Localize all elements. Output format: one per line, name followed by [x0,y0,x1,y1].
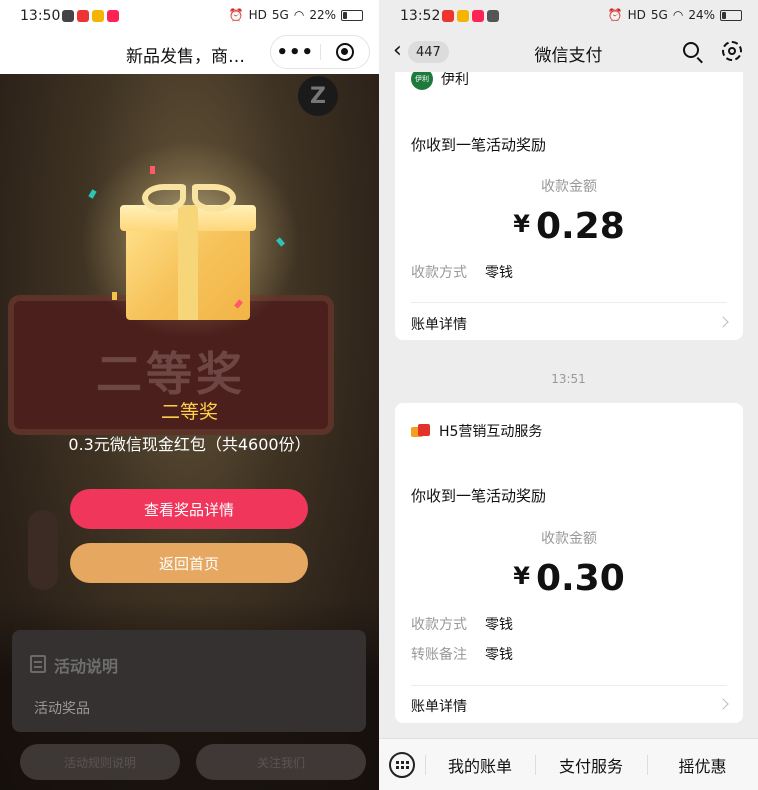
status-bar: 13:50 ⏰ HD 5G ◠ 22% [0,0,379,32]
system-status: ⏰ HD 5G ◠ 22% [229,8,363,22]
notification-icons [442,10,499,22]
target-icon [335,43,354,61]
battery-percent: 24% [688,8,715,22]
payment-card: 伊利 伊利 你收到一笔活动奖励 收款金额 ¥0.28 收款方式 零钱 账单详情 [395,56,743,340]
battery-icon [341,9,363,21]
status-time: 13:52 [400,8,441,24]
app-icon-yellow [457,10,469,22]
chevron-right-icon [717,316,729,328]
amount: ¥0.30 [513,558,625,599]
amount-label: 收款金额 [541,531,597,547]
status-bar: 13:52 ⏰ HD 5G ◠ 24% [379,0,758,32]
document-icon [30,655,46,673]
card-headline: 你收到一笔活动奖励 [411,487,547,505]
rules-link-button[interactable]: 活动规则说明 [20,744,180,780]
red-envelope-icon [411,424,431,438]
wifi-icon: ◠ [672,8,684,22]
merchant-name: 伊利 [441,72,469,88]
message-timestamp: 13:51 [551,372,586,386]
search-icon[interactable] [683,42,703,64]
bottom-menu-bar: 我的账单 支付服务 摇优惠 [379,738,758,790]
prize-description: 0.3元微信现金红包（共4600份） [68,435,311,454]
taobao-icon [472,10,484,22]
back-home-button[interactable]: 返回首页 [70,543,308,583]
amount-label: 收款金额 [541,179,597,195]
page-title: 新品发售，商… [126,47,245,67]
amount: ¥0.28 [513,206,625,247]
confetti [150,166,155,174]
wifi-icon: ◠ [293,8,305,22]
decorative-figure [28,510,58,590]
mini-program-navbar: 新品发售，商… ••• [0,32,379,74]
hd-icon: HD [627,8,646,22]
system-status: ⏰ HD 5G ◠ 24% [608,8,742,22]
signal-label: 5G [271,8,289,22]
brand-logo: Z [298,76,338,116]
field-row: 转账备注 零钱 [411,647,513,663]
view-prize-detail-button[interactable]: 查看奖品详情 [70,489,308,529]
signal-label: 5G [650,8,668,22]
battery-percent: 22% [309,8,336,22]
wechat-icon [62,10,74,22]
gear-icon[interactable] [722,41,742,61]
right-screen: 13:52 ⏰ HD 5G ◠ 24% ‹ 447 微信支付 伊利 伊利 你收到… [379,0,758,790]
merchant-name: H5营销互动服务 [439,424,543,440]
app-icon-red [77,10,89,22]
field-row: 收款方式 零钱 [411,617,513,633]
field-row: 收款方式 零钱 [411,265,513,281]
confetti [112,292,117,300]
payment-card: H5营销互动服务 你收到一笔活动奖励 收款金额 ¥0.30 收款方式 零钱 转账备… [395,403,743,723]
taobao-icon [107,10,119,22]
app-icon-dark [487,10,499,22]
mini-program-capsule: ••• [270,35,370,69]
menu-my-bills[interactable]: 我的账单 [425,739,535,790]
menu-shake-deals[interactable]: 摇优惠 [647,739,758,790]
bill-detail-link[interactable]: 账单详情 [411,314,467,334]
rules-title: 活动说明 [54,657,119,676]
activity-rules-panel: 活动说明 活动奖品 [12,630,366,732]
alarm-icon: ⏰ [607,8,623,22]
battery-icon [720,9,742,21]
close-button[interactable] [321,36,370,68]
chevron-right-icon [717,698,729,710]
more-button[interactable]: ••• [271,36,320,68]
prize-level: 二等奖 [160,401,218,423]
alarm-icon: ⏰ [228,8,244,22]
left-screen: 13:50 ⏰ HD 5G ◠ 22% 新品发售，商… ••• Z 二等奖 二等… [0,0,379,790]
hd-icon: HD [248,8,267,22]
background-title: 二等奖 [96,347,246,401]
status-time: 13:50 [20,8,61,24]
app-icon-red [442,10,454,22]
keyboard-icon[interactable] [389,752,415,778]
notification-icons [62,10,119,22]
card-headline: 你收到一笔活动奖励 [411,136,547,154]
bill-detail-link[interactable]: 账单详情 [411,696,467,716]
app-icon-yellow [92,10,104,22]
follow-button[interactable]: 关注我们 [196,744,366,780]
menu-payment-services[interactable]: 支付服务 [535,739,647,790]
rules-subtitle: 活动奖品 [34,701,90,717]
